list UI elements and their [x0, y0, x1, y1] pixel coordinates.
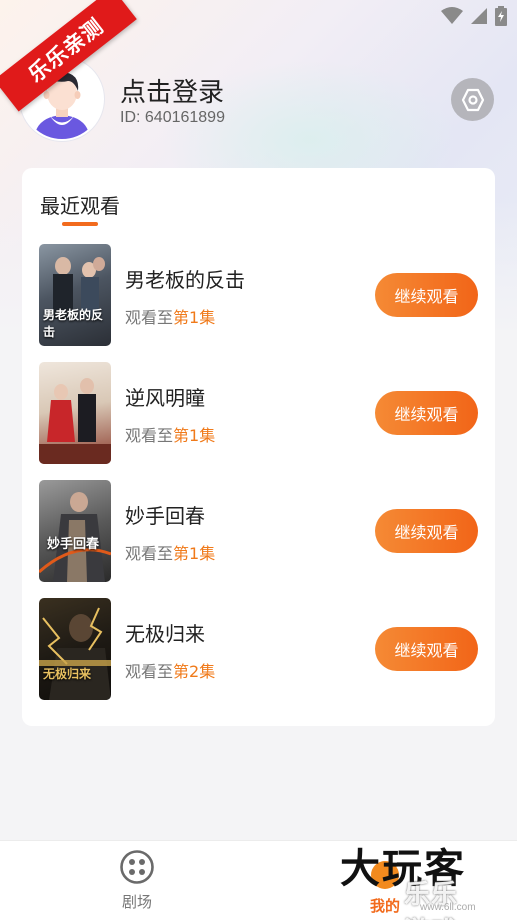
- item-progress: 观看至第1集: [125, 422, 215, 446]
- list-item[interactable]: 无极归来 无极归来 观看至第2集 继续观看: [39, 598, 479, 700]
- heading-underline: [62, 222, 98, 226]
- list-item[interactable]: 逆风明瞳 观看至第1集 继续观看: [39, 362, 479, 464]
- item-title[interactable]: 男老板的反击: [125, 264, 245, 293]
- list-item[interactable]: 男老板的反击 男老板的反击 观看至第1集 继续观看: [39, 244, 479, 346]
- item-progress: 观看至第1集: [125, 304, 215, 328]
- item-title[interactable]: 无极归来: [125, 618, 205, 647]
- continue-watching-button[interactable]: 继续观看: [375, 391, 478, 435]
- episode-number: 第1集: [173, 426, 216, 445]
- watermark-subtitle: 乐乐游戏: [404, 880, 459, 920]
- poster-title: 男老板的反击: [43, 308, 104, 339]
- progress-prefix: 观看至: [125, 308, 174, 327]
- continue-watching-button[interactable]: 继续观看: [375, 627, 478, 671]
- progress-prefix: 观看至: [125, 662, 174, 681]
- episode-number: 第2集: [173, 662, 216, 681]
- list-item[interactable]: 妙手回春 妙手回春 观看至第1集 继续观看: [39, 480, 479, 582]
- settings-button[interactable]: [451, 78, 494, 121]
- progress-prefix: 观看至: [125, 426, 174, 445]
- poster-image[interactable]: 男老板的反击: [39, 244, 111, 346]
- watermark: 大玩客 乐乐游戏 www.6ll.com: [340, 846, 476, 920]
- item-progress: 观看至第1集: [125, 540, 215, 564]
- item-title[interactable]: 逆风明瞳: [125, 382, 205, 411]
- status-bar: [441, 6, 507, 26]
- recent-watch-heading: 最近观看: [40, 194, 120, 218]
- episode-number: 第1集: [173, 544, 216, 563]
- poster-image[interactable]: 无极归来: [39, 598, 111, 700]
- episode-number: 第1集: [173, 308, 216, 327]
- battery-charging-icon: [495, 6, 507, 26]
- nav-label-theater: 剧场: [121, 893, 152, 911]
- progress-prefix: 观看至: [125, 544, 174, 563]
- theater-grid-icon: [120, 850, 154, 884]
- recent-watch-card: 最近观看 男老板的反击 男老板的反击 观看至第1集 继续观看 逆风明瞳 观看至第…: [22, 168, 495, 726]
- continue-watching-button[interactable]: 继续观看: [375, 509, 478, 553]
- watermark-url: www.6ll.com: [420, 902, 476, 913]
- poster-image[interactable]: [39, 362, 111, 464]
- poster-title: 无极归来: [43, 667, 92, 681]
- signal-icon: [470, 7, 488, 25]
- poster-image[interactable]: 妙手回春: [39, 480, 111, 582]
- user-id: ID: 640161899: [120, 109, 225, 126]
- poster-title: 妙手回春: [47, 537, 100, 552]
- settings-hexagon-icon: [461, 88, 484, 111]
- item-title[interactable]: 妙手回春: [125, 500, 205, 529]
- item-progress: 观看至第2集: [125, 658, 215, 682]
- wifi-icon: [441, 7, 463, 25]
- continue-watching-button[interactable]: 继续观看: [375, 273, 478, 317]
- login-title[interactable]: 点击登录: [120, 72, 224, 109]
- nav-tab-theater[interactable]: 剧场: [110, 849, 164, 912]
